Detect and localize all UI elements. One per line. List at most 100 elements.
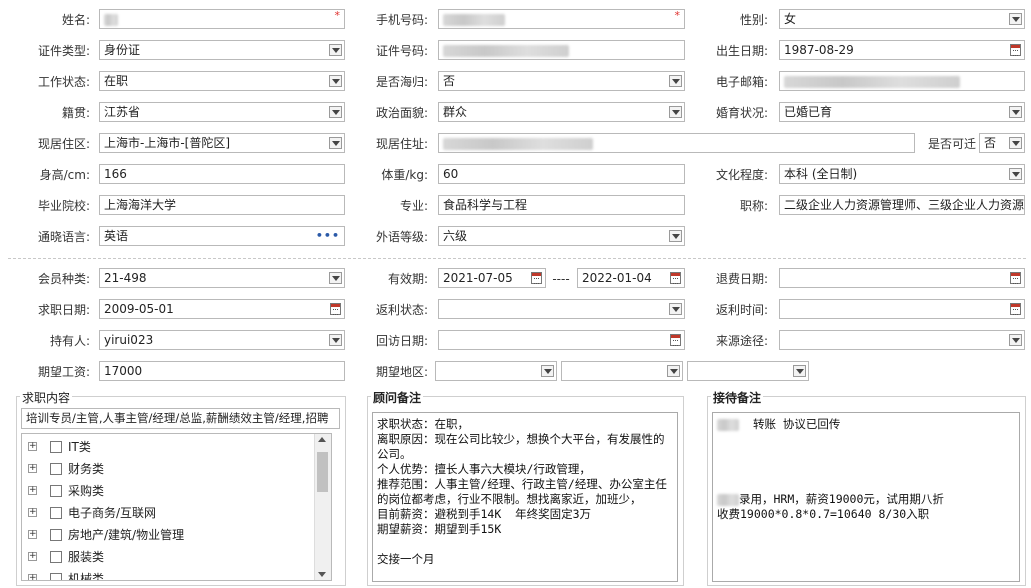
education-select[interactable]: 本科 (全日制) [779, 164, 1025, 184]
scroll-up-icon[interactable] [318, 437, 326, 442]
gender-select[interactable]: 女 [779, 9, 1025, 29]
marital-status-select[interactable]: 已婚已育 [779, 102, 1025, 122]
source-select[interactable] [779, 330, 1025, 350]
scroll-down-icon[interactable] [318, 572, 326, 577]
holder-label: 持有人: [49, 334, 90, 348]
tree-scrollbar[interactable] [314, 434, 331, 580]
scroll-thumb[interactable] [317, 452, 328, 492]
job-content-title: 求职内容 [20, 389, 73, 406]
id-number-input[interactable] [438, 40, 685, 60]
holder-select[interactable]: yirui023 [99, 330, 345, 350]
expand-icon[interactable]: + [28, 442, 37, 451]
foreign-level-select[interactable]: 六级 [438, 226, 685, 246]
expected-salary-input[interactable]: 17000 [99, 361, 345, 381]
chevron-down-icon[interactable] [329, 106, 342, 118]
checkbox[interactable] [50, 485, 62, 497]
checkbox[interactable] [50, 551, 62, 563]
work-status-select[interactable]: 在职 [99, 71, 345, 91]
major-input[interactable]: 食品科学与工程 [438, 195, 685, 215]
job-content-selected[interactable]: 培训专员/主管,人事主管/经理/总监,薪酬绩效主管/经理,招聘 [21, 408, 340, 429]
relocate-select[interactable]: 否 [979, 133, 1025, 153]
row-9: 会员种类: 21-498 有效期: 2021-07-05 ---- 2022-0… [0, 268, 1031, 290]
chevron-down-icon[interactable] [541, 365, 554, 377]
refund-date-input[interactable] [779, 268, 1025, 288]
foreign-level-label: 外语等级: [375, 230, 428, 244]
chevron-down-icon[interactable] [1009, 137, 1022, 149]
calendar-icon[interactable] [1010, 272, 1021, 284]
phone-redacted [443, 13, 505, 26]
chevron-down-icon[interactable] [669, 230, 682, 242]
reception-line-2-text: 录用，HRM，薪资19000元，试用期八折 [739, 492, 944, 506]
more-options-icon[interactable]: ••• [316, 230, 340, 242]
expected-area-district-select[interactable] [687, 361, 809, 381]
expected-area-province-select[interactable] [435, 361, 557, 381]
chevron-down-icon[interactable] [329, 75, 342, 87]
returnee-select[interactable]: 否 [438, 71, 685, 91]
row-4: 籍贯: 江苏省 政治面貌: 群众 婚育状况: 已婚已育 [0, 102, 1031, 124]
calendar-icon[interactable] [670, 334, 681, 346]
expected-area-city-select[interactable] [561, 361, 683, 381]
returnee-value: 否 [443, 74, 456, 88]
chevron-down-icon[interactable] [1009, 168, 1022, 180]
expand-icon[interactable]: + [28, 464, 37, 473]
languages-input[interactable]: 英语 ••• [99, 226, 345, 246]
current-area-value: 上海市-上海市-[普陀区] [104, 136, 231, 150]
major-label: 专业: [399, 199, 428, 213]
valid-start-input[interactable]: 2021-07-05 [438, 268, 546, 288]
calendar-icon[interactable] [531, 272, 542, 284]
rebate-status-select[interactable] [438, 299, 685, 319]
chevron-down-icon[interactable] [1009, 13, 1022, 25]
chevron-down-icon[interactable] [1009, 334, 1022, 346]
calendar-icon[interactable] [1010, 44, 1021, 56]
checkbox[interactable] [50, 463, 62, 475]
advisor-notes-textarea[interactable]: 求职状态：在职， 离职原因：现在公司比较少，想换个大平台，有发展性的公司。 个人… [372, 412, 678, 582]
checkbox[interactable] [50, 507, 62, 519]
checkbox[interactable] [50, 529, 62, 541]
name-input[interactable]: * [99, 9, 345, 29]
job-date-input[interactable]: 2009-05-01 [99, 299, 345, 319]
chevron-down-icon[interactable] [1009, 106, 1022, 118]
chevron-down-icon[interactable] [329, 334, 342, 346]
chevron-down-icon[interactable] [793, 365, 806, 377]
visit-date-input[interactable] [438, 330, 685, 350]
expand-icon[interactable]: + [28, 486, 37, 495]
birthdate-input[interactable]: 1987-08-29 [779, 40, 1025, 60]
political-status-select[interactable]: 群众 [438, 102, 685, 122]
reception-notes-textarea[interactable]: 转账 协议已回传 录用，HRM，薪资19000元，试用期八折 收费19000*0… [712, 412, 1020, 582]
email-input[interactable] [779, 71, 1025, 91]
member-type-select[interactable]: 21-498 [99, 268, 345, 288]
current-area-select[interactable]: 上海市-上海市-[普陀区] [99, 133, 345, 153]
chevron-down-icon[interactable] [669, 303, 682, 315]
refund-date-label: 退费日期: [715, 272, 768, 286]
rebate-time-input[interactable] [779, 299, 1025, 319]
visit-date-label: 回访日期: [375, 334, 428, 348]
checkbox[interactable] [50, 441, 62, 453]
chevron-down-icon[interactable] [669, 75, 682, 87]
phone-input[interactable]: * [438, 9, 685, 29]
chevron-down-icon[interactable] [329, 272, 342, 284]
chevron-down-icon[interactable] [329, 137, 342, 149]
member-type-label: 会员种类: [37, 272, 90, 286]
chevron-down-icon[interactable] [329, 44, 342, 56]
school-input[interactable]: 上海海洋大学 [99, 195, 345, 215]
calendar-icon[interactable] [670, 272, 681, 284]
expand-icon[interactable]: + [28, 530, 37, 539]
calendar-icon[interactable] [1010, 303, 1021, 315]
weight-input[interactable]: 60 [438, 164, 685, 184]
category-tree[interactable]: + IT类 + 财务类 + 采购类 + 电子商务/互联网 + 房地产/建筑/物业… [21, 433, 332, 581]
valid-end-input[interactable]: 2022-01-04 [577, 268, 685, 288]
native-place-select[interactable]: 江苏省 [99, 102, 345, 122]
chevron-down-icon[interactable] [669, 106, 682, 118]
calendar-icon[interactable] [330, 303, 341, 315]
redacted [717, 493, 739, 506]
height-input[interactable]: 166 [99, 164, 345, 184]
expand-icon[interactable]: + [28, 552, 37, 561]
row-6: 身高/cm: 166 体重/kg: 60 文化程度: 本科 (全日制) [0, 164, 1031, 186]
id-type-select[interactable]: 身份证 [99, 40, 345, 60]
chevron-down-icon[interactable] [667, 365, 680, 377]
title-input[interactable]: 二级企业人力资源管理师、三级企业人力资源 [779, 195, 1025, 215]
current-address-input[interactable] [438, 133, 915, 153]
expand-icon[interactable]: + [28, 574, 37, 580]
checkbox[interactable] [50, 573, 62, 580]
expand-icon[interactable]: + [28, 508, 37, 517]
